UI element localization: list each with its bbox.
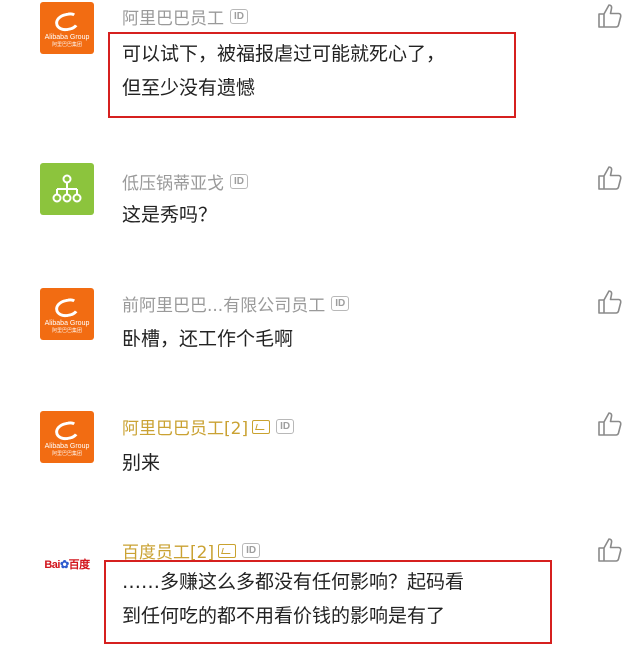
comment-line: ……多赚这么多都没有任何影响？起码看: [122, 571, 465, 593]
alibaba-logo-icon: [53, 296, 81, 319]
comment-line: 别来: [122, 452, 161, 474]
id-badge: ID: [331, 296, 350, 311]
thumbs-up-icon[interactable]: [596, 164, 624, 192]
comment-header: 阿里巴巴员工[2] ID: [122, 414, 295, 439]
comment-line: 到任何吃的都不用看价钱的影响是有了: [122, 605, 446, 627]
comment-header: 低压锅蒂亚戈 ID: [122, 169, 248, 194]
baidu-logo: Bai✿百度: [44, 556, 91, 572]
username[interactable]: 阿里巴巴员工[2]: [122, 414, 248, 439]
avatar-subtext: 阿里巴巴集团: [51, 41, 82, 48]
avatar[interactable]: Alibaba Group 阿里巴巴集团: [40, 288, 94, 340]
comment-text: 卧槽，还工作个毛啊: [122, 322, 293, 356]
logo-text: Bai: [44, 559, 60, 571]
comment-line: 卧槽，还工作个毛啊: [122, 328, 294, 350]
username[interactable]: 阿里巴巴员工: [122, 4, 224, 29]
thumbs-up-icon[interactable]: [596, 2, 624, 30]
id-badge: ID: [276, 419, 295, 434]
avatar[interactable]: Alibaba Group 阿里巴巴集团: [40, 411, 94, 463]
org-chart-icon: [52, 174, 82, 203]
comment-text: 这是秀吗？: [122, 198, 217, 232]
id-badge: ID: [242, 543, 261, 558]
avatar-subtext: 阿里巴巴集团: [51, 327, 82, 334]
paw-icon: ✿: [59, 559, 69, 571]
comment-header: 阿里巴巴员工 ID: [122, 4, 248, 29]
vip-badge-icon: [252, 419, 271, 434]
thumbs-up-icon[interactable]: [596, 410, 624, 438]
thumbs-up-icon[interactable]: [596, 536, 624, 564]
comment-text: ……多赚这么多都没有任何影响？起码看 到任何吃的都不用看价钱的影响是有了: [122, 565, 464, 633]
vip-badge-icon: [218, 543, 237, 558]
alibaba-logo-icon: [53, 10, 81, 33]
comment-header: 前阿里巴巴...有限公司员工 ID: [122, 291, 350, 316]
avatar-text: Alibaba Group: [44, 33, 90, 41]
avatar[interactable]: Bai✿百度: [40, 538, 94, 590]
comment-line: 这是秀吗？: [122, 204, 218, 226]
avatar-text: Alibaba Group: [44, 442, 90, 450]
alibaba-logo-icon: [53, 419, 81, 442]
logo-text: 百度: [68, 559, 91, 571]
avatar[interactable]: [40, 163, 94, 215]
avatar[interactable]: Alibaba Group 阿里巴巴集团: [40, 2, 94, 54]
avatar-text: Alibaba Group: [44, 319, 90, 327]
username[interactable]: 低压锅蒂亚戈: [122, 169, 224, 194]
avatar-subtext: 阿里巴巴集团: [51, 450, 82, 457]
id-badge: ID: [230, 174, 248, 189]
username[interactable]: 前阿里巴巴...有限公司员工: [122, 291, 325, 316]
comment-line: 可以试下，被福报虐过可能就死心了，: [122, 43, 446, 65]
thumbs-up-icon[interactable]: [596, 288, 624, 316]
id-badge: ID: [230, 9, 248, 24]
comment-text: 别来: [122, 446, 160, 480]
comment-text: 可以试下，被福报虐过可能就死心了， 但至少没有遗憾: [122, 37, 445, 105]
comment-line: 但至少没有遗憾: [122, 77, 256, 99]
